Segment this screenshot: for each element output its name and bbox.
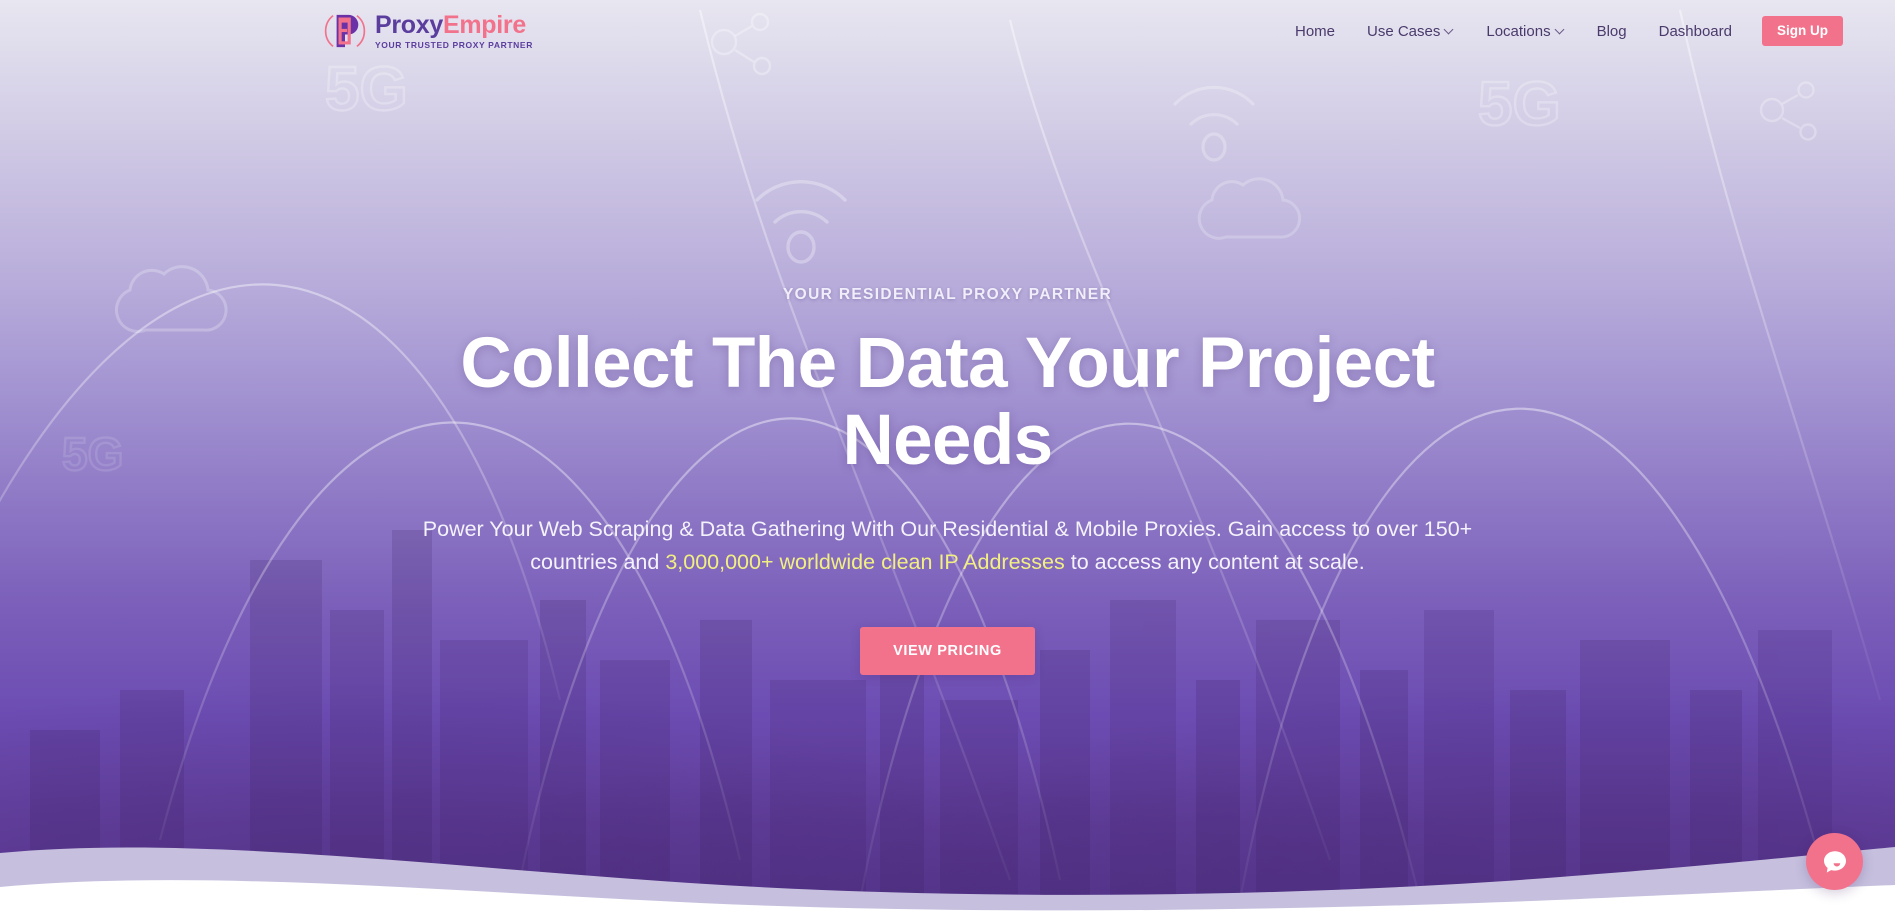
nav-item-blog[interactable]: Blog [1581, 15, 1643, 48]
bottom-wave-decoration [0, 847, 1895, 917]
logo-wordmark: ProxyEmpire [375, 10, 533, 39]
hero-subline-highlight: 3,000,000+ worldwide clean IP Addresses [665, 550, 1065, 575]
wave-shape-lavender [0, 847, 1895, 917]
chevron-down-icon [1556, 26, 1565, 35]
sign-up-button[interactable]: Sign Up [1762, 16, 1843, 46]
nav-item-use-cases[interactable]: Use Cases [1351, 15, 1470, 48]
svg-text:5G: 5G [1478, 70, 1561, 139]
site-logo[interactable]: ProxyEmpire YOUR TRUSTED PROXY PARTNER [324, 10, 533, 52]
nav-item-label: Home [1294, 22, 1335, 40]
svg-text:5G: 5G [325, 55, 408, 124]
nav-item-label: Blog [1596, 22, 1627, 40]
logo-word-proxy: Proxy [375, 10, 443, 39]
network-node-icon [1759, 81, 1817, 141]
hero-cta-wrapper: VIEW PRICING [40, 626, 1855, 675]
chevron-down-icon [1445, 26, 1454, 35]
nav-item-home[interactable]: Home [1279, 15, 1351, 48]
logo-word-empire: Empire [442, 10, 526, 39]
hero-section: 5G 5G 5G ProxyEmpire YOUR TRUSTED PROXY … [0, 0, 1895, 917]
main-navigation: ProxyEmpire YOUR TRUSTED PROXY PARTNER H… [0, 0, 1895, 62]
logo-tagline: YOUR TRUSTED PROXY PARTNER [375, 39, 533, 50]
nav-item-label: Use Cases [1367, 22, 1441, 40]
nav-item-label: Dashboard [1658, 22, 1732, 40]
wave-shape-white [0, 880, 1895, 917]
nav-item-dashboard[interactable]: Dashboard [1643, 15, 1748, 48]
nav-item-locations[interactable]: Locations [1470, 15, 1580, 48]
nav-links: Home Use Cases Locations Blog Dashboard … [1279, 15, 1843, 48]
hero-subline: Power Your Web Scraping & Data Gathering… [383, 513, 1513, 578]
hero-eyebrow: YOUR RESIDENTIAL PROXY PARTNER [782, 286, 1112, 303]
view-pricing-button[interactable]: VIEW PRICING [860, 626, 1035, 675]
wifi-icon [755, 180, 847, 264]
wifi-icon [1173, 85, 1255, 162]
hero-content: YOUR RESIDENTIAL PROXY PARTNER Collect T… [0, 286, 1895, 675]
proxyempire-logo-icon [324, 14, 366, 48]
hero-subline-part2: to access any content at scale. [1064, 550, 1365, 575]
chat-bubble-icon [1823, 850, 1846, 872]
hero-headline: Collect The Data Your Project Needs [460, 324, 1435, 480]
chat-widget-button[interactable] [1806, 833, 1863, 890]
cloud-icon [1197, 177, 1302, 240]
nav-item-label: Locations [1486, 22, 1551, 40]
